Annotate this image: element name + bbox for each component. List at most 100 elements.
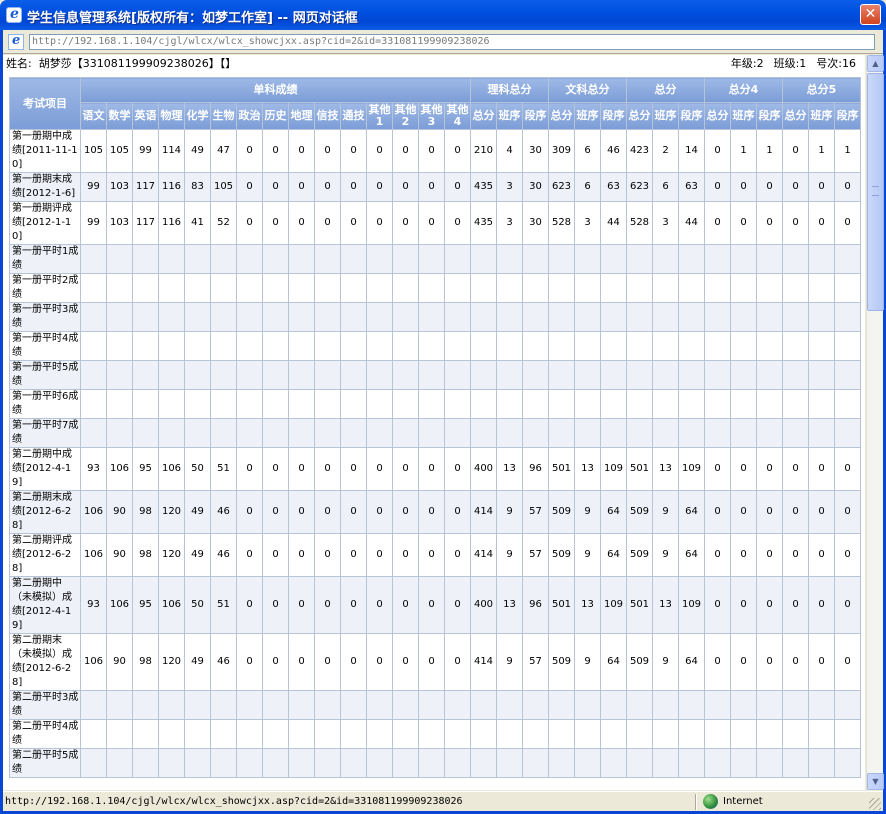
resize-grip-icon[interactable] [869,798,881,810]
score-cell [418,389,445,419]
score-cell: 49 [184,490,211,534]
table-row: 第一册期中成绩[2011-11-10] 105 105 99 114 49 47 0 0 0 0 0 0… [9,129,861,173]
score-cell: 0 [236,201,263,245]
vertical-scrollbar[interactable]: ▲ ▼ [866,55,884,790]
score-cell [522,360,549,390]
score-cell [678,719,705,749]
score-cell: 0 [704,201,731,245]
score-cell [808,273,835,303]
score-cell [496,360,523,390]
name-value: 胡梦莎【331081199909238026】【】 [38,57,237,70]
score-cell: 83 [184,172,211,202]
table-row: 第二册平时3成绩 [9,690,861,720]
score-cell: 0 [834,576,861,634]
rank-header: 班序 [730,102,757,130]
score-cell [626,302,653,332]
score-cell: 64 [678,490,705,534]
student-class-info: 年级:2 班级:1 号次:16 [721,55,856,73]
score-cell: 64 [600,533,627,577]
grades-table: 考试项目 单科成绩 理科总分 文科总分 总分 总分4 总分5 语文 数学 英语 物理 化学 生物 政治 历史… [9,77,861,778]
score-cell [626,273,653,303]
score-cell [626,690,653,720]
score-cell [652,748,679,778]
score-cell: 30 [522,172,549,202]
score-cell [444,389,471,419]
table-row: 第二册期评成绩[2012-6-28] 106 90 98 120 49 46 0 0 0 0 0 0 0 0… [9,533,861,577]
score-cell [158,360,185,390]
score-cell [158,244,185,274]
score-cell: 51 [210,576,237,634]
score-cell [80,719,107,749]
score-cell: 0 [444,172,471,202]
score-cell: 0 [366,633,393,691]
score-cell: 509 [548,490,575,534]
score-cell: 93 [80,447,107,491]
score-cell [548,244,575,274]
close-button[interactable]: ✕ [860,4,881,25]
group-header: 总分5 [782,77,861,103]
score-cell [418,331,445,361]
score-cell [340,244,367,274]
rank-header: 总分 [626,102,653,130]
score-cell [262,302,289,332]
score-cell [834,690,861,720]
score-cell [418,690,445,720]
score-cell: 106 [106,447,133,491]
score-cell: 0 [340,490,367,534]
address-field[interactable]: http://192.168.1.104/cjgl/wlcx/wlcx_show… [29,34,875,50]
score-cell [574,690,601,720]
score-cell: 0 [340,447,367,491]
exam-label: 第一册平时1成绩 [9,244,81,274]
score-cell [210,360,237,390]
score-cell [496,690,523,720]
score-cell: 3 [574,201,601,245]
score-cell [782,302,809,332]
scroll-down-button[interactable]: ▼ [867,773,884,790]
score-cell [184,690,211,720]
ie-icon [6,6,22,23]
score-cell: 1 [834,129,861,173]
score-cell [574,389,601,419]
score-cell: 0 [704,633,731,691]
window-titlebar[interactable]: 学生信息管理系统[版权所有：如梦工作室] -- 网页对话框 ✕ [0,0,886,30]
score-cell [366,244,393,274]
score-cell: 106 [158,447,185,491]
exam-label: 第一册平时3成绩 [9,302,81,332]
score-cell [522,690,549,720]
score-cell [782,331,809,361]
score-cell [236,719,263,749]
score-cell: 528 [548,201,575,245]
score-cell [652,360,679,390]
score-cell: 57 [522,490,549,534]
score-cell: 509 [548,533,575,577]
score-cell [600,244,627,274]
score-cell [444,748,471,778]
score-cell: 0 [730,633,757,691]
score-cell: 0 [340,576,367,634]
score-cell: 0 [340,533,367,577]
subject-header: 物理 [158,102,185,130]
score-cell [782,719,809,749]
score-cell [704,690,731,720]
score-cell [158,302,185,332]
score-cell: 0 [314,129,341,173]
score-cell [236,273,263,303]
score-cell: 109 [678,576,705,634]
scroll-up-button[interactable]: ▲ [867,55,884,72]
score-cell [756,690,783,720]
scroll-thumb[interactable] [867,73,884,311]
score-cell: 0 [392,490,419,534]
score-cell [808,360,835,390]
name-label: 姓名: [6,57,32,70]
score-cell [236,389,263,419]
score-cell [392,360,419,390]
score-cell [444,302,471,332]
score-cell: 623 [548,172,575,202]
score-cell: 41 [184,201,211,245]
score-cell: 0 [418,129,445,173]
score-cell: 435 [470,201,497,245]
score-cell [106,273,133,303]
score-cell: 0 [444,533,471,577]
score-cell [132,418,159,448]
score-cell: 0 [730,447,757,491]
